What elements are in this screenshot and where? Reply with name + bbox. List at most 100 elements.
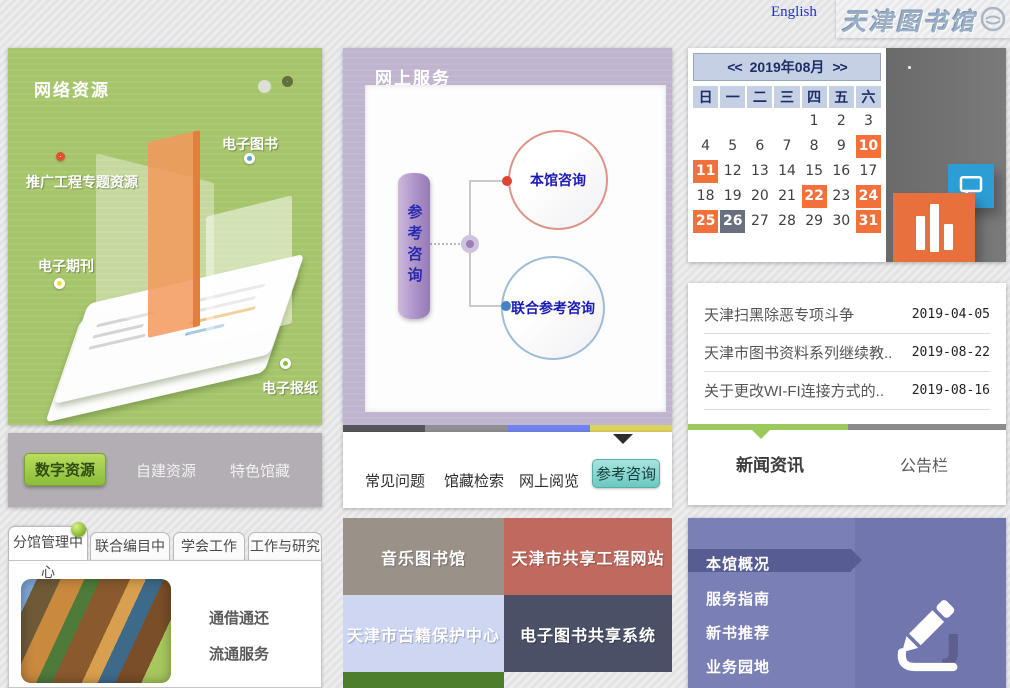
menu-item-overview[interactable]: 本馆概况 xyxy=(706,553,770,574)
red-node-dot xyxy=(502,176,512,186)
menu-item-service-guide[interactable]: 服务指南 xyxy=(706,588,770,609)
quick-links-grid: 音乐图书馆 天津市共享工程网站 天津市古籍保护中心 电子图书共享系统 xyxy=(343,518,672,688)
link-interlibrary-loan[interactable]: 通借通还 xyxy=(209,607,269,628)
calendar-date[interactable]: 29 xyxy=(802,210,827,233)
resource-link-promotion[interactable]: 推广工程专题资源 xyxy=(26,172,138,192)
ebooks-dot-icon xyxy=(244,153,255,164)
news-item[interactable]: 天津市图书资料系列继续教.. 2019-08-22 xyxy=(704,334,990,372)
branch-photo xyxy=(21,579,171,683)
branch-content-panel: 通借通还 流通服务 xyxy=(8,560,322,688)
resource-tab-strip: 数字资源 自建资源 特色馆藏 xyxy=(8,433,322,507)
calendar-date[interactable]: 8 xyxy=(802,135,827,158)
link-circulation-service[interactable]: 流通服务 xyxy=(209,643,269,664)
tab-online-reading[interactable]: 网上阅览 xyxy=(519,470,579,491)
logo-circle-icon xyxy=(980,6,1006,32)
green-bar xyxy=(343,672,504,688)
calendar-date[interactable]: 20 xyxy=(747,185,772,208)
tab-bulletin-board[interactable]: 公告栏 xyxy=(900,452,948,476)
calendar-side-banner xyxy=(886,48,1006,262)
calendar-date-highlighted[interactable]: 31 xyxy=(856,210,881,233)
calendar-week-row: 25 26 27 28 29 30 31 xyxy=(693,210,881,233)
calendar-date[interactable]: 21 xyxy=(774,185,799,208)
library-homepage: English 天津图书馆 网络资源 xyxy=(0,0,1010,688)
calendar-week-row: 11 12 13 14 15 16 17 xyxy=(693,160,881,183)
tab-work-research[interactable]: 工作与研究 xyxy=(248,532,322,560)
news-indicator-strip xyxy=(688,424,1006,430)
tab-union-cataloging[interactable]: 联合编目中心 xyxy=(90,532,170,560)
calendar-month-label: 2019年08月 xyxy=(750,57,825,77)
calendar-week-row: 1 2 3 xyxy=(693,110,881,133)
network-resources-panel: 网络资源 电子图书 推广工程专题资源 电子期刊 电子报纸 xyxy=(8,48,322,425)
news-item[interactable]: 天津扫黑除恶专项斗争 2019-04-05 xyxy=(704,296,990,334)
calendar-date[interactable]: 9 xyxy=(829,135,854,158)
calendar-date[interactable]: 12 xyxy=(720,160,745,183)
tab-self-built-resources[interactable]: 自建资源 xyxy=(136,460,196,481)
calendar-panel: << 2019年08月 >> 日一 二三 四五 六 1 2 3 4 5 6 xyxy=(688,48,1006,262)
active-tab-pointer-icon xyxy=(613,434,633,444)
news-item[interactable]: 关于更改WI-FI连接方式的.. 2019-08-16 xyxy=(704,372,990,410)
link-ancient-books-center[interactable]: 天津市古籍保护中心 xyxy=(343,595,504,672)
tab-society-work[interactable]: 学会工作 xyxy=(173,532,245,560)
calendar-date-highlighted[interactable]: 24 xyxy=(856,185,881,208)
tab-news[interactable]: 新闻资讯 xyxy=(736,451,804,476)
menu-item-new-books[interactable]: 新书推荐 xyxy=(706,622,770,643)
link-sharing-project-site[interactable]: 天津市共享工程网站 xyxy=(504,518,672,595)
calendar-date[interactable]: 1 xyxy=(802,110,827,133)
reference-root-node: 参考咨询 xyxy=(398,173,430,319)
calendar-date[interactable]: 30 xyxy=(829,210,854,233)
bar-chart-icon[interactable] xyxy=(893,193,975,262)
about-menu-panel: 本馆概况 服务指南 新书推荐 业务园地 xyxy=(688,518,1006,688)
calendar-date[interactable]: 17 xyxy=(856,160,881,183)
calendar-date[interactable]: 27 xyxy=(747,210,772,233)
union-reference-circle[interactable]: 联合参考咨询 xyxy=(501,256,605,360)
resource-link-enewspapers[interactable]: 电子报纸 xyxy=(262,378,318,398)
calendar-date[interactable]: 19 xyxy=(720,185,745,208)
calendar-date[interactable]: 5 xyxy=(720,135,745,158)
ejournals-dot-icon xyxy=(54,278,65,289)
calendar-date[interactable]: 6 xyxy=(747,135,772,158)
calendar-date[interactable]: 14 xyxy=(774,160,799,183)
tab-faq[interactable]: 常见问题 xyxy=(365,470,425,491)
calendar-date-highlighted[interactable]: 22 xyxy=(802,185,827,208)
reference-diagram: 参考咨询 本馆咨询 联合参考咨询 xyxy=(365,85,666,412)
green-ball-icon xyxy=(71,522,86,537)
english-link[interactable]: English xyxy=(771,4,817,21)
link-music-library[interactable]: 音乐图书馆 xyxy=(343,518,504,595)
calendar-date-highlighted[interactable]: 10 xyxy=(856,135,881,158)
service-tab-bar: 常见问题 馆藏检索 网上阅览 参考咨询 xyxy=(343,432,672,508)
diagram-junction-dot xyxy=(461,235,479,253)
tab-digital-resources[interactable]: 数字资源 xyxy=(24,453,106,486)
promotion-dot-icon xyxy=(56,152,65,161)
menu-item-business-garden[interactable]: 业务园地 xyxy=(706,656,770,677)
calendar-date-today[interactable]: 26 xyxy=(720,210,745,233)
tab-catalog-search[interactable]: 馆藏检索 xyxy=(444,470,504,491)
calendar-date[interactable]: 13 xyxy=(747,160,772,183)
tab-reference-consultation[interactable]: 参考咨询 xyxy=(592,459,660,488)
logo-text: 天津图书馆 xyxy=(842,2,977,37)
resource-link-ebooks[interactable]: 电子图书 xyxy=(222,134,278,154)
link-ebook-sharing-system[interactable]: 电子图书共享系统 xyxy=(504,595,672,672)
calendar-date[interactable]: 16 xyxy=(829,160,854,183)
calendar-date-highlighted[interactable]: 25 xyxy=(693,210,718,233)
calendar-date[interactable]: 23 xyxy=(829,185,854,208)
calendar-date[interactable]: 15 xyxy=(802,160,827,183)
calendar-date[interactable]: 3 xyxy=(856,110,881,133)
local-consultation-circle[interactable]: 本馆咨询 xyxy=(508,130,608,230)
online-services-panel: 网上服务 参考咨询 本馆咨询 联合参考咨询 xyxy=(343,48,672,425)
service-indicator-strip xyxy=(343,425,672,432)
enewspaper-dot-icon xyxy=(280,358,291,369)
calendar-date[interactable]: 18 xyxy=(693,185,718,208)
calendar-day-headers: 日一 二三 四五 六 xyxy=(693,86,881,108)
calendar-date[interactable]: 28 xyxy=(774,210,799,233)
site-logo[interactable]: 天津图书馆 xyxy=(836,0,1010,38)
resource-link-ejournals[interactable]: 电子期刊 xyxy=(38,256,94,276)
calendar-date-highlighted[interactable]: 11 xyxy=(693,160,718,183)
calendar-date[interactable]: 7 xyxy=(774,135,799,158)
calendar-week-row: 18 19 20 21 22 23 24 xyxy=(693,185,881,208)
calendar-date[interactable]: 2 xyxy=(829,110,854,133)
calendar-next-button[interactable]: >> xyxy=(832,59,846,75)
branch-section: 分馆管理中心 联合编目中心 学会工作 工作与研究 通借通还 流通服务 xyxy=(8,520,322,688)
calendar-prev-button[interactable]: << xyxy=(727,59,741,75)
tab-special-collections[interactable]: 特色馆藏 xyxy=(230,460,290,481)
calendar-date[interactable]: 4 xyxy=(693,135,718,158)
